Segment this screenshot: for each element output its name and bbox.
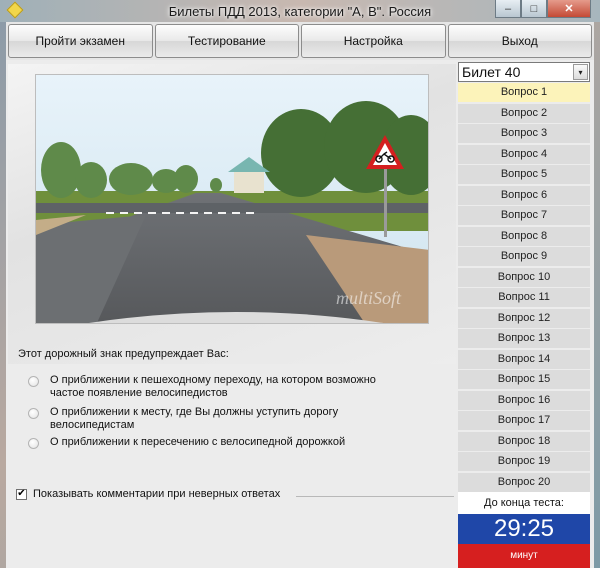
testing-button[interactable]: Тестирование (154, 24, 299, 58)
exit-button[interactable]: Выход (447, 24, 592, 58)
close-button[interactable]: ✕ (547, 0, 591, 18)
question-list-item[interactable]: Вопрос 9 (458, 247, 590, 266)
question-list-item[interactable]: Вопрос 7 (458, 206, 590, 225)
chevron-down-icon[interactable]: ▾ (573, 64, 588, 80)
ticket-select-value: Билет 40 (462, 64, 521, 80)
timer-value: 29:25 (458, 514, 590, 544)
question-image-panel: multiSoft (8, 64, 456, 364)
show-comments-checkbox[interactable]: ✔ (16, 488, 27, 500)
question-list-item[interactable]: Вопрос 13 (458, 329, 590, 348)
radio-button[interactable] (28, 438, 39, 449)
question-list-item[interactable]: Вопрос 11 (458, 288, 590, 307)
radio-button[interactable] (28, 408, 39, 419)
question-list-item[interactable]: Вопрос 14 (458, 349, 590, 369)
show-comments-label: Показывать комментарии при неверных отве… (33, 488, 281, 500)
question-list-item[interactable]: Вопрос 20 (458, 472, 590, 492)
answer-label: О приближении к пересечению с велосипедн… (50, 436, 346, 448)
question-list-item[interactable]: Вопрос 5 (458, 165, 590, 184)
question-list-item[interactable]: Вопрос 8 (458, 226, 590, 246)
answer-label: О приближении к месту, где Вы должны уст… (50, 406, 339, 418)
question-list-item[interactable]: Вопрос 18 (458, 431, 590, 451)
title-bar[interactable]: Билеты ПДД 2013, категории "A, B". Росси… (0, 0, 600, 22)
question-list-item[interactable]: Вопрос 15 (458, 370, 590, 389)
main-window: Пройти экзамен Тестирование Настройка Вы… (6, 22, 594, 568)
question-list-item[interactable]: Вопрос 1 (458, 83, 590, 102)
question-text: Этот дорожный знак предупреждает Вас: (18, 348, 229, 360)
answer-option-3[interactable]: О приближении к пересечению с велосипедн… (28, 436, 408, 449)
menu-bar: Пройти экзамен Тестирование Настройка Вы… (6, 22, 594, 60)
answer-label: велосипедистам (50, 419, 135, 431)
question-list: Вопрос 1 Вопрос 2 Вопрос 3 Вопрос 4 Вопрос 5… (458, 83, 590, 493)
question-list-item[interactable]: Вопрос 16 (458, 390, 590, 410)
answer-option-1[interactable]: О приближении к пешеходному переходу, на… (28, 374, 408, 400)
question-list-item[interactable]: Вопрос 4 (458, 144, 590, 164)
exam-timer: До конца теста: 29:25 минут (458, 492, 590, 568)
question-list-item[interactable]: Вопрос 12 (458, 308, 590, 328)
settings-button[interactable]: Настройка (301, 24, 446, 58)
question-list-item[interactable]: Вопрос 19 (458, 452, 590, 471)
window-controls: – □ ✕ (495, 0, 591, 18)
maximize-button[interactable]: □ (521, 0, 547, 18)
ticket-select[interactable]: Билет 40 ▾ (458, 62, 590, 82)
answer-option-2[interactable]: О приближении к месту, где Вы должны уст… (28, 406, 408, 432)
question-list-item[interactable]: Вопрос 6 (458, 185, 590, 205)
answer-label: О приближении к пешеходному переходу, на… (50, 374, 376, 386)
question-list-item[interactable]: Вопрос 3 (458, 124, 590, 143)
answer-label: частое появление велосипедистов (50, 387, 228, 399)
question-list-item[interactable]: Вопрос 10 (458, 267, 590, 287)
question-list-item[interactable]: Вопрос 2 (458, 103, 590, 123)
question-list-item[interactable]: Вопрос 17 (458, 411, 590, 430)
minimize-button[interactable]: – (495, 0, 521, 18)
exam-button[interactable]: Пройти экзамен (8, 24, 153, 58)
question-image: multiSoft (35, 74, 429, 324)
radio-button[interactable] (28, 376, 39, 387)
show-comments-option[interactable]: ✔ Показывать комментарии при неверных от… (16, 488, 280, 500)
divider (296, 496, 454, 497)
watermark: multiSoft (336, 288, 402, 308)
timer-label: До конца теста: (458, 492, 590, 514)
timer-unit: минут (458, 544, 590, 568)
